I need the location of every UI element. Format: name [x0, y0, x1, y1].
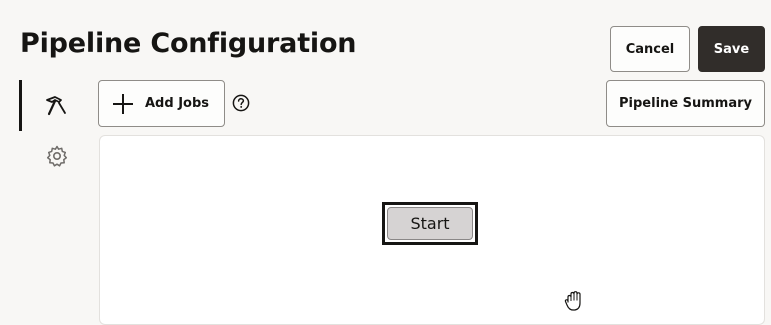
- add-jobs-label: Add Jobs: [145, 96, 210, 111]
- sidebar-item-build[interactable]: [42, 92, 70, 120]
- start-node[interactable]: Start: [382, 202, 478, 245]
- help-icon[interactable]: [232, 94, 250, 112]
- sidebar-selected-indicator: [19, 80, 22, 131]
- sidebar-item-settings[interactable]: [44, 143, 70, 169]
- plus-icon: [113, 93, 133, 114]
- pipeline-summary-button[interactable]: Pipeline Summary: [606, 80, 765, 127]
- gear-icon: [46, 145, 68, 167]
- grab-hand-icon: [564, 291, 581, 311]
- cancel-button[interactable]: Cancel: [610, 26, 690, 72]
- hammer-build-icon: [46, 96, 66, 116]
- save-button[interactable]: Save: [698, 26, 765, 72]
- page-title: Pipeline Configuration: [20, 28, 357, 59]
- add-jobs-button[interactable]: Add Jobs: [98, 80, 225, 127]
- start-node-label: Start: [387, 207, 473, 240]
